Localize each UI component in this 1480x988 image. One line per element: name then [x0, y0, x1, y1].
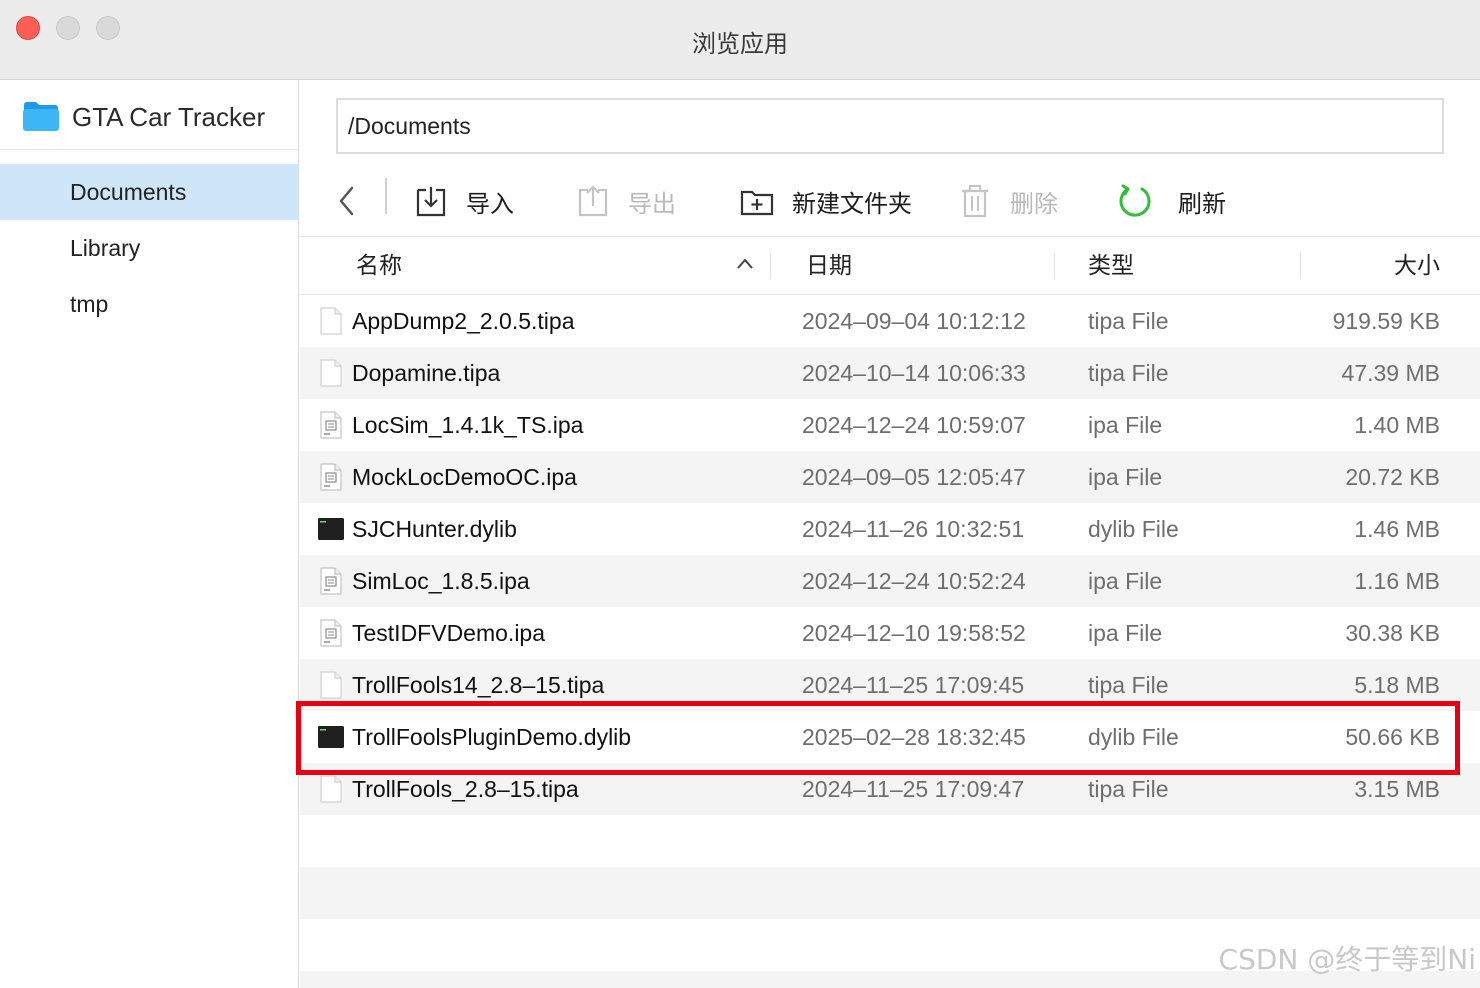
- refresh-icon: [1119, 184, 1151, 217]
- column-separator[interactable]: [770, 253, 771, 279]
- new-folder-label: 新建文件夹: [792, 189, 912, 218]
- toolbar: 导入 导出 新建文件夹 删除 刷新: [300, 168, 1480, 234]
- app-header: GTA Car Tracker: [0, 80, 299, 150]
- table-row[interactable]: LocSim_1.4.1k_TS.ipa 2024–12–24 10:59:07…: [300, 399, 1480, 451]
- file-name: Dopamine.tipa: [352, 360, 501, 386]
- toolbar-divider: [385, 178, 387, 214]
- file-type: ipa File: [1088, 464, 1163, 490]
- column-header-type[interactable]: 类型: [1088, 237, 1134, 295]
- ipa-file-icon: [320, 567, 342, 595]
- watermark: CSDN @终于等到Ni: [1218, 943, 1476, 976]
- trash-icon: [962, 185, 988, 218]
- new-folder-button[interactable]: 新建文件夹: [740, 168, 912, 234]
- sidebar: GTA Car Tracker Documents Library tmp: [0, 80, 299, 988]
- table-row[interactable]: TestIDFVDemo.ipa 2024–12–10 19:58:52 ipa…: [300, 607, 1480, 659]
- file-size: 30.38 KB: [1345, 620, 1440, 646]
- file-type: tipa File: [1088, 308, 1169, 334]
- empty-row: [300, 815, 1480, 867]
- file-type: dylib File: [1088, 516, 1179, 542]
- folder-icon: [23, 102, 59, 131]
- ipa-file-icon: [320, 411, 342, 439]
- sidebar-item-tmp[interactable]: tmp: [0, 276, 299, 332]
- table-header: 名称 日期 类型 大小: [300, 236, 1480, 295]
- file-date: 2024–09–04 10:12:12: [802, 308, 1026, 334]
- table-row[interactable]: MockLocDemoOC.ipa 2024–09–05 12:05:47 ip…: [300, 451, 1480, 503]
- file-date: 2024–12–10 19:58:52: [802, 620, 1026, 646]
- highlight-annotation-box: [296, 701, 1460, 775]
- file-size: 1.40 MB: [1354, 412, 1440, 438]
- sidebar-item-documents[interactable]: Documents: [0, 164, 299, 220]
- file-size: 20.72 KB: [1345, 464, 1440, 490]
- document-icon: [320, 775, 342, 803]
- terminal-icon: [318, 518, 344, 540]
- document-icon: [320, 359, 342, 387]
- delete-button[interactable]: 删除: [958, 168, 1058, 234]
- file-type: ipa File: [1088, 568, 1163, 594]
- file-type: ipa File: [1088, 412, 1163, 438]
- file-name: AppDump2_2.0.5.tipa: [352, 308, 575, 334]
- table-row[interactable]: SJCHunter.dylib 2024–11–26 10:32:51 dyli…: [300, 503, 1480, 555]
- table-row[interactable]: AppDump2_2.0.5.tipa 2024–09–04 10:12:12 …: [300, 295, 1480, 347]
- column-header-size[interactable]: 大小: [1394, 237, 1440, 295]
- file-type: tipa File: [1088, 360, 1169, 386]
- new-folder-icon: [740, 190, 774, 216]
- back-button[interactable]: [336, 178, 360, 224]
- file-date: 2024–11–26 10:32:51: [802, 516, 1025, 542]
- refresh-button[interactable]: 刷新: [1118, 168, 1226, 234]
- export-label: 导出: [628, 189, 676, 218]
- file-name: TestIDFVDemo.ipa: [352, 620, 546, 646]
- file-date: 2024–09–05 12:05:47: [802, 464, 1026, 490]
- ipa-file-icon: [320, 619, 342, 647]
- file-date: 2024–10–14 10:06:33: [802, 360, 1026, 386]
- refresh-label: 刷新: [1178, 189, 1226, 218]
- file-size: 47.39 MB: [1341, 360, 1440, 386]
- file-size: 1.16 MB: [1354, 568, 1440, 594]
- file-name: MockLocDemoOC.ipa: [352, 464, 577, 490]
- document-icon: [320, 307, 342, 335]
- column-separator[interactable]: [1054, 253, 1055, 279]
- table-row[interactable]: Dopamine.tipa 2024–10–14 10:06:33 tipa F…: [300, 347, 1480, 399]
- file-size: 1.46 MB: [1354, 516, 1440, 542]
- window-title: 浏览应用: [692, 30, 788, 58]
- import-icon: [416, 187, 446, 217]
- empty-row: [300, 867, 1480, 919]
- app-name: GTA Car Tracker: [72, 102, 266, 132]
- document-icon: [320, 671, 342, 699]
- sidebar-item-library[interactable]: Library: [0, 220, 299, 276]
- path-field[interactable]: /Documents: [336, 98, 1444, 154]
- main-panel: /Documents 导入 导出 新建文件夹 删除 刷新 名称 日期 类型 大小…: [300, 80, 1480, 988]
- file-name: SJCHunter.dylib: [352, 516, 517, 542]
- column-header-name[interactable]: 名称: [356, 237, 402, 295]
- delete-label: 删除: [1010, 189, 1058, 218]
- file-type: ipa File: [1088, 620, 1163, 646]
- file-name: LocSim_1.4.1k_TS.ipa: [352, 412, 584, 438]
- file-name: SimLoc_1.8.5.ipa: [352, 568, 530, 594]
- column-header-date[interactable]: 日期: [806, 237, 852, 295]
- title-bar: 浏览应用: [0, 0, 1480, 80]
- file-date: 2024–12–24 10:52:24: [802, 568, 1026, 594]
- file-date: 2024–12–24 10:59:07: [802, 412, 1026, 438]
- column-separator[interactable]: [1300, 253, 1301, 279]
- import-label: 导入: [466, 189, 514, 218]
- ipa-file-icon: [320, 463, 342, 491]
- table-row[interactable]: SimLoc_1.8.5.ipa 2024–12–24 10:52:24 ipa…: [300, 555, 1480, 607]
- chevron-up-icon[interactable]: [736, 257, 754, 271]
- export-button[interactable]: 导出: [576, 168, 676, 234]
- export-icon: [578, 185, 608, 217]
- file-size: 919.59 KB: [1332, 308, 1440, 334]
- import-button[interactable]: 导入: [414, 168, 514, 234]
